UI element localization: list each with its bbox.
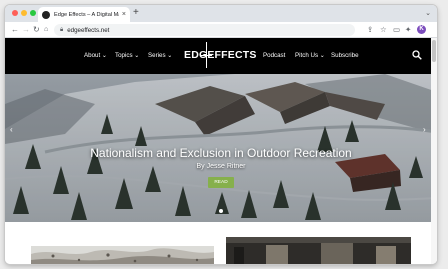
slider-prev-icon[interactable]: ‹ — [10, 126, 13, 134]
tab-list-chevron-icon[interactable]: ⌄ — [425, 9, 431, 17]
browser-tab[interactable]: Edge Effects – A Digital Maga × — [38, 7, 130, 22]
nav-about[interactable]: About ⌄ — [84, 52, 107, 60]
nav-subscribe[interactable]: Subscribe — [331, 52, 359, 60]
puzzle-icon[interactable]: ✦ — [405, 25, 411, 34]
search-icon[interactable] — [412, 50, 422, 60]
address-bar[interactable]: 🔒︎ edgeeffects.net — [54, 24, 355, 36]
slider-next-icon[interactable]: › — [423, 126, 426, 134]
site-logo[interactable]: EDGEFFECTS — [184, 49, 257, 61]
browser-toolbar: ← → ↻ ⌂ 🔒︎ edgeeffects.net ⇪ ☆ ▭ ✦ K — [5, 22, 437, 38]
read-button[interactable]: READ — [208, 177, 234, 188]
share-icon[interactable]: ⇪ — [367, 25, 373, 34]
chevron-down-icon: ⌄ — [319, 52, 325, 59]
nav-pitch-us[interactable]: Pitch Us ⌄ — [295, 52, 325, 60]
minimize-window-button[interactable] — [21, 10, 27, 16]
site-favicon-icon — [42, 10, 50, 19]
site-header: About ⌄ Topics ⌄ Series ⌄ EDGEFFECTS Pod… — [5, 38, 437, 74]
article-thumbnail[interactable] — [31, 246, 214, 264]
new-tab-button[interactable]: + — [133, 8, 139, 18]
arrow-right-icon[interactable]: → — [22, 25, 30, 34]
tab-close-icon[interactable]: × — [122, 11, 126, 18]
lock-icon: 🔒︎ — [60, 26, 64, 33]
nav-topics[interactable]: Topics ⌄ — [115, 52, 139, 60]
nav-podcast[interactable]: Podcast — [263, 52, 285, 60]
hero-title[interactable]: Nationalism and Exclusion in Outdoor Rec… — [5, 146, 437, 160]
reload-icon[interactable]: ↻ — [33, 25, 40, 34]
reading-list-icon[interactable]: ▭ — [393, 25, 400, 34]
tab-title: Edge Effects – A Digital Maga — [54, 11, 119, 18]
page-scrollbar[interactable] — [431, 38, 437, 264]
arrow-left-icon[interactable]: ← — [11, 25, 19, 34]
article-grid — [5, 222, 437, 264]
browser-window: Edge Effects – A Digital Maga × + ⌄ ← → … — [5, 5, 437, 264]
chevron-down-icon: ⌄ — [134, 52, 140, 59]
hero-slider: ‹ › Nationalism and Exclusion in Outdoor… — [5, 74, 437, 222]
slider-dot[interactable] — [219, 209, 223, 213]
chevron-down-icon: ⌄ — [101, 52, 108, 59]
hero-author: By Jesse Ritner — [196, 163, 246, 170]
tab-strip: Edge Effects – A Digital Maga × + ⌄ — [5, 5, 437, 22]
maximize-window-button[interactable] — [30, 10, 36, 16]
nav-series[interactable]: Series ⌄ — [148, 52, 172, 60]
close-window-button[interactable] — [12, 10, 18, 16]
chevron-down-icon: ⌄ — [167, 52, 173, 59]
star-icon[interactable]: ☆ — [380, 25, 387, 34]
profile-avatar[interactable]: K — [417, 25, 426, 34]
scrollbar-thumb[interactable] — [432, 40, 436, 62]
article-thumbnail[interactable] — [226, 237, 411, 264]
url-text: edgeeffects.net — [67, 26, 110, 34]
home-icon[interactable]: ⌂ — [44, 25, 48, 34]
